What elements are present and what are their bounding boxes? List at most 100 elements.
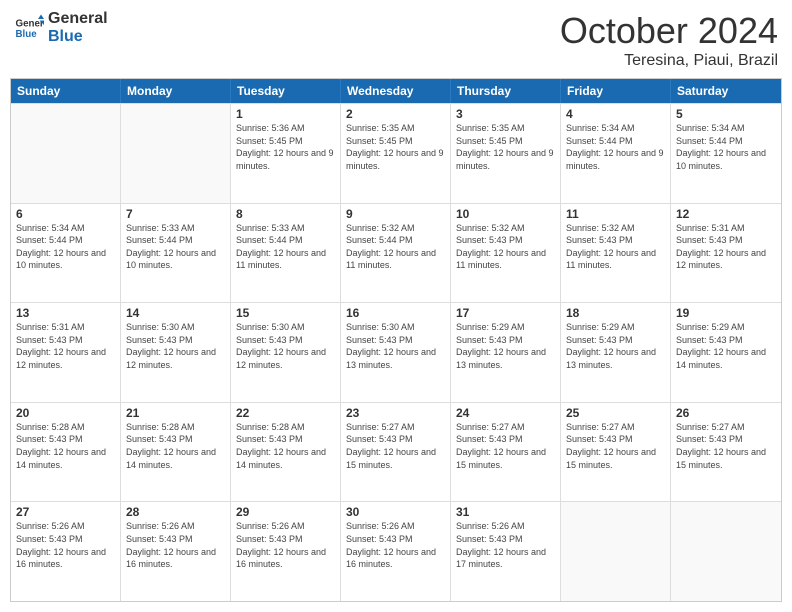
calendar-cell-11: 11Sunrise: 5:32 AM Sunset: 5:43 PM Dayli… bbox=[561, 204, 671, 303]
day-number-26: 26 bbox=[676, 406, 776, 420]
calendar-row-2: 6Sunrise: 5:34 AM Sunset: 5:44 PM Daylig… bbox=[11, 203, 781, 303]
day-info-12: Sunrise: 5:31 AM Sunset: 5:43 PM Dayligh… bbox=[676, 222, 776, 272]
day-info-29: Sunrise: 5:26 AM Sunset: 5:43 PM Dayligh… bbox=[236, 520, 335, 570]
calendar-cell-10: 10Sunrise: 5:32 AM Sunset: 5:43 PM Dayli… bbox=[451, 204, 561, 303]
calendar-cell-28: 28Sunrise: 5:26 AM Sunset: 5:43 PM Dayli… bbox=[121, 502, 231, 601]
day-number-11: 11 bbox=[566, 207, 665, 221]
calendar-cell-21: 21Sunrise: 5:28 AM Sunset: 5:43 PM Dayli… bbox=[121, 403, 231, 502]
calendar-cell-20: 20Sunrise: 5:28 AM Sunset: 5:43 PM Dayli… bbox=[11, 403, 121, 502]
day-info-1: Sunrise: 5:36 AM Sunset: 5:45 PM Dayligh… bbox=[236, 122, 335, 172]
day-number-2: 2 bbox=[346, 107, 445, 121]
calendar-weekday-sunday: Sunday bbox=[11, 79, 121, 103]
calendar-weekday-monday: Monday bbox=[121, 79, 231, 103]
header: General Blue General Blue October 2024 T… bbox=[10, 10, 782, 70]
calendar-row-5: 27Sunrise: 5:26 AM Sunset: 5:43 PM Dayli… bbox=[11, 501, 781, 601]
day-number-9: 9 bbox=[346, 207, 445, 221]
calendar-row-4: 20Sunrise: 5:28 AM Sunset: 5:43 PM Dayli… bbox=[11, 402, 781, 502]
logo-general: General bbox=[48, 10, 108, 28]
calendar-cell-23: 23Sunrise: 5:27 AM Sunset: 5:43 PM Dayli… bbox=[341, 403, 451, 502]
title-block: October 2024 Teresina, Piaui, Brazil bbox=[560, 10, 778, 70]
day-number-27: 27 bbox=[16, 505, 115, 519]
day-info-6: Sunrise: 5:34 AM Sunset: 5:44 PM Dayligh… bbox=[16, 222, 115, 272]
calendar-cell-29: 29Sunrise: 5:26 AM Sunset: 5:43 PM Dayli… bbox=[231, 502, 341, 601]
calendar: SundayMondayTuesdayWednesdayThursdayFrid… bbox=[10, 78, 782, 602]
day-info-21: Sunrise: 5:28 AM Sunset: 5:43 PM Dayligh… bbox=[126, 421, 225, 471]
day-info-11: Sunrise: 5:32 AM Sunset: 5:43 PM Dayligh… bbox=[566, 222, 665, 272]
svg-text:Blue: Blue bbox=[16, 29, 38, 40]
calendar-cell-4: 4Sunrise: 5:34 AM Sunset: 5:44 PM Daylig… bbox=[561, 104, 671, 203]
calendar-weekday-wednesday: Wednesday bbox=[341, 79, 451, 103]
day-info-10: Sunrise: 5:32 AM Sunset: 5:43 PM Dayligh… bbox=[456, 222, 555, 272]
day-number-4: 4 bbox=[566, 107, 665, 121]
calendar-weekday-saturday: Saturday bbox=[671, 79, 781, 103]
day-number-16: 16 bbox=[346, 306, 445, 320]
calendar-cell-26: 26Sunrise: 5:27 AM Sunset: 5:43 PM Dayli… bbox=[671, 403, 781, 502]
calendar-cell-empty-0-1 bbox=[121, 104, 231, 203]
day-info-31: Sunrise: 5:26 AM Sunset: 5:43 PM Dayligh… bbox=[456, 520, 555, 570]
day-number-23: 23 bbox=[346, 406, 445, 420]
day-info-19: Sunrise: 5:29 AM Sunset: 5:43 PM Dayligh… bbox=[676, 321, 776, 371]
day-info-24: Sunrise: 5:27 AM Sunset: 5:43 PM Dayligh… bbox=[456, 421, 555, 471]
calendar-cell-27: 27Sunrise: 5:26 AM Sunset: 5:43 PM Dayli… bbox=[11, 502, 121, 601]
day-number-3: 3 bbox=[456, 107, 555, 121]
day-number-14: 14 bbox=[126, 306, 225, 320]
logo-icon: General Blue bbox=[14, 13, 44, 43]
calendar-weekday-thursday: Thursday bbox=[451, 79, 561, 103]
day-info-27: Sunrise: 5:26 AM Sunset: 5:43 PM Dayligh… bbox=[16, 520, 115, 570]
logo-blue: Blue bbox=[48, 28, 108, 46]
calendar-cell-17: 17Sunrise: 5:29 AM Sunset: 5:43 PM Dayli… bbox=[451, 303, 561, 402]
day-info-8: Sunrise: 5:33 AM Sunset: 5:44 PM Dayligh… bbox=[236, 222, 335, 272]
calendar-cell-8: 8Sunrise: 5:33 AM Sunset: 5:44 PM Daylig… bbox=[231, 204, 341, 303]
day-number-13: 13 bbox=[16, 306, 115, 320]
calendar-cell-14: 14Sunrise: 5:30 AM Sunset: 5:43 PM Dayli… bbox=[121, 303, 231, 402]
page: General Blue General Blue October 2024 T… bbox=[0, 0, 792, 612]
calendar-cell-12: 12Sunrise: 5:31 AM Sunset: 5:43 PM Dayli… bbox=[671, 204, 781, 303]
day-number-6: 6 bbox=[16, 207, 115, 221]
calendar-cell-1: 1Sunrise: 5:36 AM Sunset: 5:45 PM Daylig… bbox=[231, 104, 341, 203]
day-number-30: 30 bbox=[346, 505, 445, 519]
day-number-18: 18 bbox=[566, 306, 665, 320]
day-info-17: Sunrise: 5:29 AM Sunset: 5:43 PM Dayligh… bbox=[456, 321, 555, 371]
calendar-weekday-tuesday: Tuesday bbox=[231, 79, 341, 103]
day-info-9: Sunrise: 5:32 AM Sunset: 5:44 PM Dayligh… bbox=[346, 222, 445, 272]
day-number-21: 21 bbox=[126, 406, 225, 420]
day-info-2: Sunrise: 5:35 AM Sunset: 5:45 PM Dayligh… bbox=[346, 122, 445, 172]
calendar-cell-3: 3Sunrise: 5:35 AM Sunset: 5:45 PM Daylig… bbox=[451, 104, 561, 203]
calendar-cell-31: 31Sunrise: 5:26 AM Sunset: 5:43 PM Dayli… bbox=[451, 502, 561, 601]
calendar-cell-25: 25Sunrise: 5:27 AM Sunset: 5:43 PM Dayli… bbox=[561, 403, 671, 502]
calendar-cell-13: 13Sunrise: 5:31 AM Sunset: 5:43 PM Dayli… bbox=[11, 303, 121, 402]
calendar-cell-6: 6Sunrise: 5:34 AM Sunset: 5:44 PM Daylig… bbox=[11, 204, 121, 303]
calendar-cell-5: 5Sunrise: 5:34 AM Sunset: 5:44 PM Daylig… bbox=[671, 104, 781, 203]
calendar-cell-empty-0-0 bbox=[11, 104, 121, 203]
day-number-28: 28 bbox=[126, 505, 225, 519]
day-number-19: 19 bbox=[676, 306, 776, 320]
day-info-13: Sunrise: 5:31 AM Sunset: 5:43 PM Dayligh… bbox=[16, 321, 115, 371]
day-info-16: Sunrise: 5:30 AM Sunset: 5:43 PM Dayligh… bbox=[346, 321, 445, 371]
day-info-5: Sunrise: 5:34 AM Sunset: 5:44 PM Dayligh… bbox=[676, 122, 776, 172]
calendar-row-1: 1Sunrise: 5:36 AM Sunset: 5:45 PM Daylig… bbox=[11, 103, 781, 203]
day-info-26: Sunrise: 5:27 AM Sunset: 5:43 PM Dayligh… bbox=[676, 421, 776, 471]
day-info-25: Sunrise: 5:27 AM Sunset: 5:43 PM Dayligh… bbox=[566, 421, 665, 471]
calendar-cell-22: 22Sunrise: 5:28 AM Sunset: 5:43 PM Dayli… bbox=[231, 403, 341, 502]
day-number-29: 29 bbox=[236, 505, 335, 519]
day-info-14: Sunrise: 5:30 AM Sunset: 5:43 PM Dayligh… bbox=[126, 321, 225, 371]
day-number-8: 8 bbox=[236, 207, 335, 221]
calendar-cell-2: 2Sunrise: 5:35 AM Sunset: 5:45 PM Daylig… bbox=[341, 104, 451, 203]
day-number-1: 1 bbox=[236, 107, 335, 121]
calendar-cell-30: 30Sunrise: 5:26 AM Sunset: 5:43 PM Dayli… bbox=[341, 502, 451, 601]
day-info-3: Sunrise: 5:35 AM Sunset: 5:45 PM Dayligh… bbox=[456, 122, 555, 172]
day-number-5: 5 bbox=[676, 107, 776, 121]
calendar-cell-18: 18Sunrise: 5:29 AM Sunset: 5:43 PM Dayli… bbox=[561, 303, 671, 402]
day-number-31: 31 bbox=[456, 505, 555, 519]
day-info-22: Sunrise: 5:28 AM Sunset: 5:43 PM Dayligh… bbox=[236, 421, 335, 471]
day-number-15: 15 bbox=[236, 306, 335, 320]
day-number-25: 25 bbox=[566, 406, 665, 420]
day-number-22: 22 bbox=[236, 406, 335, 420]
day-number-17: 17 bbox=[456, 306, 555, 320]
calendar-body: 1Sunrise: 5:36 AM Sunset: 5:45 PM Daylig… bbox=[11, 103, 781, 601]
month-title: October 2024 bbox=[560, 10, 778, 52]
calendar-cell-empty-4-5 bbox=[561, 502, 671, 601]
day-info-15: Sunrise: 5:30 AM Sunset: 5:43 PM Dayligh… bbox=[236, 321, 335, 371]
calendar-header: SundayMondayTuesdayWednesdayThursdayFrid… bbox=[11, 79, 781, 103]
calendar-cell-7: 7Sunrise: 5:33 AM Sunset: 5:44 PM Daylig… bbox=[121, 204, 231, 303]
